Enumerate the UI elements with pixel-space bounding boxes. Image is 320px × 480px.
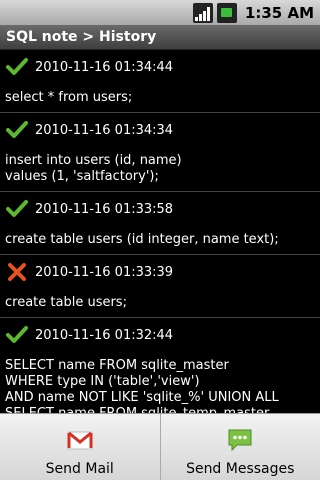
history-item[interactable]: 2010-11-16 01:34:44 select * from users; [0, 50, 320, 113]
history-timestamp: 2010-11-16 01:34:44 [35, 59, 174, 75]
history-item[interactable]: 2010-11-16 01:33:58 create table users (… [0, 192, 320, 255]
check-icon [5, 197, 29, 221]
send-mail-button[interactable]: Send Mail [0, 414, 160, 480]
history-timestamp: 2010-11-16 01:34:34 [35, 122, 174, 138]
signal-icon [192, 2, 213, 23]
history-timestamp: 2010-11-16 01:33:39 [35, 264, 174, 280]
history-query: create table users; [5, 295, 127, 310]
mail-icon [65, 425, 95, 455]
page-title: SQL note > History [0, 25, 320, 50]
check-icon [5, 55, 29, 79]
check-icon [5, 118, 29, 142]
history-list[interactable]: 2010-11-16 01:34:44 select * from users;… [0, 50, 320, 430]
status-bar: 1:35 AM [0, 0, 320, 25]
history-timestamp: 2010-11-16 01:33:58 [35, 201, 174, 217]
send-messages-label: Send Messages [186, 461, 295, 477]
messages-icon [225, 425, 255, 455]
history-query: create table users (id integer, name tex… [5, 232, 279, 247]
history-query: select * from users; [5, 90, 133, 105]
history-item[interactable]: 2010-11-16 01:34:34 insert into users (i… [0, 113, 320, 192]
clock: 1:35 AM [244, 3, 314, 22]
send-mail-label: Send Mail [45, 461, 114, 477]
options-menu: Send Mail Send Messages [0, 413, 320, 480]
history-timestamp: 2010-11-16 01:32:44 [35, 327, 174, 343]
history-item[interactable]: 2010-11-16 01:33:39 create table users; [0, 255, 320, 318]
error-x-icon [5, 260, 29, 284]
battery-icon [216, 2, 237, 23]
check-icon [5, 323, 29, 347]
history-query: insert into users (id, name) values (1, … [5, 153, 182, 184]
send-messages-button[interactable]: Send Messages [159, 414, 320, 480]
